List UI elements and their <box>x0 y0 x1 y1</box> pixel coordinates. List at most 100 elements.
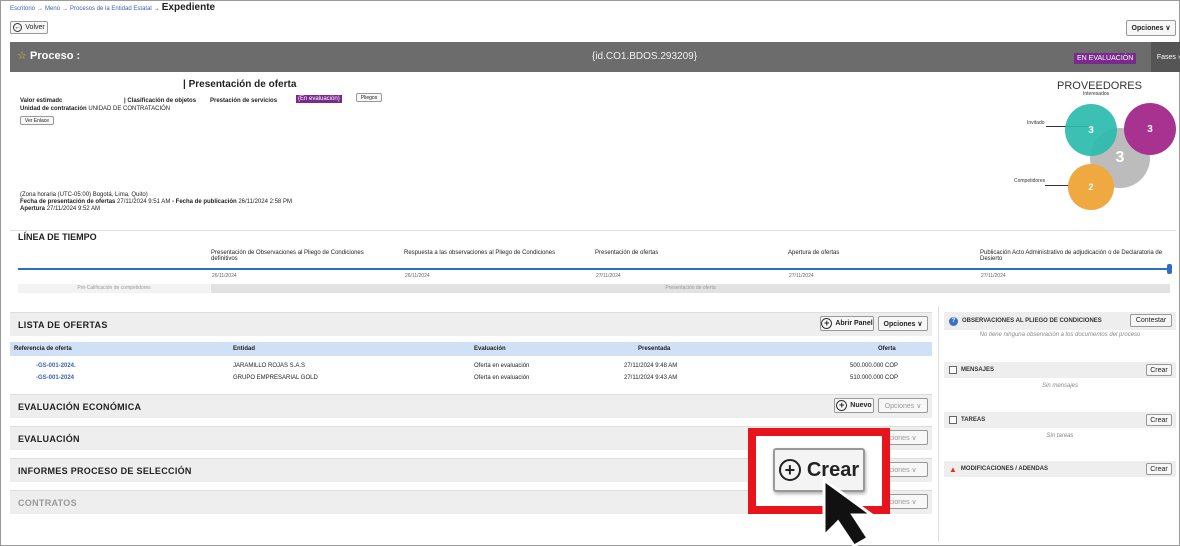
timeline-date: 26/11/2024 <box>212 273 237 279</box>
column-divider <box>938 306 939 542</box>
star-icon[interactable]: ☆ <box>17 49 27 62</box>
tasks-icon <box>949 416 957 424</box>
observations-note: No tiene ninguna observación a los docum… <box>979 332 1141 338</box>
providers-widget: PROVEEDORES Interesados Invitado Competi… <box>1010 80 1176 220</box>
options-button[interactable]: Opciones ∨ <box>1126 20 1176 36</box>
invited-count: 3 <box>1088 124 1094 136</box>
breadcrumb-sep: → <box>62 6 69 12</box>
tasks-title: TAREAS <box>961 417 986 423</box>
plus-circle-icon: + <box>778 459 801 481</box>
open-panel-label: Abrir Panel <box>835 320 873 327</box>
timeline-step: Presentación de ofertas <box>595 250 659 256</box>
envelope-icon <box>949 366 957 374</box>
tasks-note: Sin tareas <box>1046 433 1074 439</box>
econ-eval-section-header: EVALUACIÓN ECONÓMICA <box>10 394 932 418</box>
col-presented[interactable]: Presentada <box>638 346 670 352</box>
timeline-step: Presentación de Observaciones al Pliego … <box>211 250 364 262</box>
plus-icon: + <box>836 400 848 411</box>
back-arrow-icon: ← <box>13 23 23 32</box>
offers-table-header: Referencia de oferta Entidad Evaluación … <box>10 342 932 356</box>
opening-date: 27/11/2024 9:52 AM <box>46 206 100 212</box>
econ-eval-title: EVALUACIÓN ECONÓMICA <box>18 401 142 412</box>
breadcrumb-procesos[interactable]: Procesos de la Entidad Estatal <box>70 6 152 12</box>
process-id: {id.CO1.BDOS.293209} <box>592 51 698 62</box>
create-message-button[interactable]: Crear <box>1146 364 1172 376</box>
evaluation-title: EVALUACIÓN <box>18 433 80 444</box>
modifications-panel: ▲ MODIFICACIONES / ADENDAS Crear <box>944 461 1176 477</box>
offers-options-button[interactable]: Opciones ∨ <box>878 316 928 331</box>
breadcrumb-menu[interactable]: Menú <box>45 6 60 12</box>
invited-bubble[interactable]: 3 <box>1065 104 1117 156</box>
timeline-date: 27/11/2024 <box>789 273 814 279</box>
tasks-panel: TAREAS Crear Sin tareas <box>944 412 1176 439</box>
unit-label: Unidad de contratación <box>20 106 87 112</box>
process-title: Proceso : <box>30 50 81 62</box>
econ-options-button[interactable]: Opciones ∨ <box>878 398 928 413</box>
open-panel-button[interactable]: + Abrir Panel <box>820 316 874 331</box>
presentation-label: Fecha de presentación de ofertas <box>20 199 116 205</box>
offers-title: LISTA DE OFERTAS <box>18 319 108 330</box>
total-count: 3 <box>1115 149 1125 166</box>
reports-title: INFORMES PROCESO DE SELECCIÓN <box>18 465 192 476</box>
cursor-icon <box>822 478 877 546</box>
interested-count: 3 <box>1147 123 1153 135</box>
stage-title: | Presentación de oferta <box>183 79 297 90</box>
offer-amount: 510.000.000 COP <box>850 375 899 381</box>
table-row[interactable]: -GS-001-2024 GRUPO EMPRESARIAL GOLD Ofer… <box>10 373 932 385</box>
table-row[interactable]: -GS-001-2024. JARAMILLO ROJAS S.A.S Ofer… <box>10 361 932 373</box>
contracts-title: CONTRATOS <box>18 497 77 508</box>
publication-label: - Fecha de publicación <box>171 199 237 205</box>
view-link-button[interactable]: Ver Enlace <box>20 116 54 125</box>
divider <box>10 230 1176 231</box>
timeline-bar <box>18 268 1170 270</box>
messages-title: MENSAJES <box>961 367 995 373</box>
offer-eval: Oferta en evaluación <box>474 375 530 381</box>
unit-value: UNIDAD DE CONTRATACIÓN <box>88 106 171 112</box>
competitors-count: 2 <box>1088 182 1094 192</box>
modifications-title: MODIFICACIONES / ADENDAS <box>960 466 1049 472</box>
offer-eval: Oferta en evaluación <box>474 363 530 369</box>
col-entity[interactable]: Entidad <box>233 346 255 352</box>
col-evaluation[interactable]: Evaluación <box>474 346 506 352</box>
timeline-end-marker <box>1167 264 1172 274</box>
phases-button[interactable]: Fases › <box>1151 42 1180 72</box>
opening-label: Apertura <box>20 206 46 212</box>
value-label: Valor estimadc <box>20 98 63 104</box>
messages-panel: MENSAJES Crear Sin mensajes <box>944 362 1176 389</box>
create-task-button[interactable]: Crear <box>1146 414 1172 426</box>
pliegos-button[interactable]: Pliegos <box>356 93 382 102</box>
col-offer[interactable]: Oferta <box>878 346 896 352</box>
interested-bubble[interactable]: 3 <box>1124 103 1176 155</box>
breadcrumb-sep: → <box>37 6 44 12</box>
timeline-step: Publicación Acto Administrativo de adjud… <box>980 250 1163 262</box>
offers-section-header: LISTA DE OFERTAS <box>10 312 932 336</box>
publication-date: 26/11/2024 2:58 PM <box>238 199 292 205</box>
offer-date: 27/11/2024 9:48 AM <box>624 363 678 369</box>
breadcrumb-sep: → <box>153 6 160 12</box>
back-label: Volver <box>25 24 45 31</box>
back-button[interactable]: ← Volver <box>10 21 48 34</box>
observations-title: OBSERVACIONES AL PLIEGO DE CONDICIONES <box>962 318 1102 324</box>
timeline-date: 27/11/2024 <box>981 273 1006 279</box>
offer-date: 27/11/2024 9:43 AM <box>624 375 678 381</box>
reply-button[interactable]: Contestar <box>1130 314 1172 327</box>
process-header: ☆ Proceso : {id.CO1.BDOS.293209} EN EVAL… <box>10 42 1180 72</box>
timeline-step: Respuesta a las observaciones al Pliego … <box>404 250 556 256</box>
plus-icon: + <box>821 318 833 329</box>
col-reference[interactable]: Referencia de oferta <box>14 346 72 352</box>
timeline-date: 26/11/2024 <box>405 273 430 279</box>
timeline-step: Apertura de ofertas <box>788 250 840 256</box>
question-icon: ? <box>949 316 958 326</box>
interested-label: Interesados <box>1083 91 1110 97</box>
competitors-label: Competidores <box>1014 178 1046 184</box>
timezone: (Zona horaria (UTC-05:00) Bogotá, Lima, … <box>20 192 148 198</box>
offer-ref-link[interactable]: -GS-001-2024. <box>36 363 76 369</box>
breadcrumb-escritorio[interactable]: Escritorio <box>10 6 35 12</box>
new-label: Nuevo <box>850 402 872 409</box>
create-modification-button[interactable]: Crear <box>1146 463 1172 475</box>
new-button[interactable]: + Nuevo <box>834 398 874 413</box>
phase-presentation: Presentación de oferta <box>211 284 1170 293</box>
offer-ref-link[interactable]: -GS-001-2024 <box>36 375 74 381</box>
competitors-bubble[interactable]: 2 <box>1068 164 1114 210</box>
offer-entity: GRUPO EMPRESARIAL GOLD <box>233 375 318 381</box>
